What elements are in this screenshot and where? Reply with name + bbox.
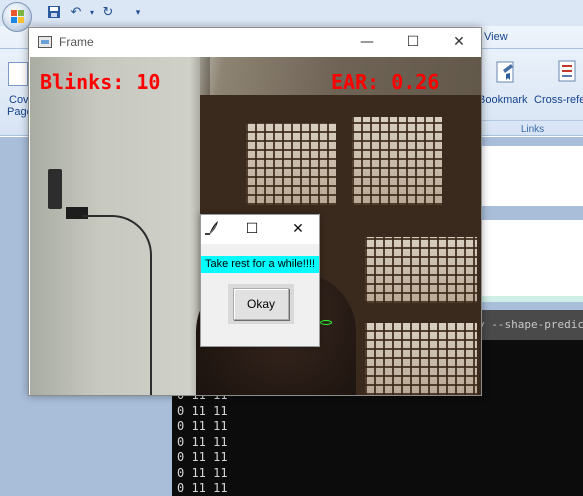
office-logo-icon [11, 10, 25, 24]
undo-dropdown-icon[interactable]: ▾ [84, 5, 100, 21]
wall-socket [48, 169, 62, 209]
save-icon[interactable] [46, 5, 62, 21]
terminal-line: 0 11 11 [177, 434, 228, 449]
rest-alert-dialog[interactable]: ☐ ✕ Take rest for a while!!!! Okay [200, 214, 320, 347]
frame-minimize-button[interactable]: — [344, 28, 390, 57]
okay-button-frame: Okay [228, 284, 294, 324]
terminal-line: 0 11 11 [177, 465, 228, 480]
customize-icon[interactable]: ▾ [130, 5, 146, 21]
cross-reference-icon [556, 58, 583, 86]
cover-page-label-1[interactable]: Cov [9, 94, 29, 106]
undo-icon[interactable]: ↶ [68, 5, 84, 21]
redo-icon[interactable]: ↻ [100, 5, 116, 21]
document-highlight-strip [466, 296, 583, 302]
document-page[interactable] [466, 146, 583, 206]
links-group-separator [480, 120, 583, 121]
cover-page-icon [8, 62, 28, 86]
eye-contour [320, 320, 332, 325]
document-page-lower[interactable] [466, 220, 583, 296]
tab-view[interactable]: View [484, 31, 508, 43]
frame-titlebar[interactable]: Frame — ☐ ✕ [29, 28, 481, 57]
popup-titlebar[interactable]: ☐ ✕ [201, 215, 319, 244]
window-pane [246, 123, 336, 205]
window-pane [352, 117, 442, 205]
terminal-line: 0 11 11 [177, 481, 228, 495]
frame-close-button[interactable]: ✕ [436, 28, 482, 57]
rest-message: Take rest for a while!!!! [201, 256, 319, 273]
links-group-label: Links [520, 124, 545, 135]
bookmark-icon [494, 60, 518, 86]
charger-cable [82, 215, 152, 395]
terminal-line: 0 11 11 [177, 450, 228, 464]
frame-title: Frame [59, 35, 94, 49]
cross-reference-label[interactable]: Cross-refe [534, 94, 583, 106]
terminal-line: 0 11 11 [177, 419, 228, 433]
frame-maximize-button[interactable]: ☐ [390, 28, 436, 57]
popup-maximize-button[interactable]: ☐ [232, 215, 272, 244]
popup-close-button[interactable]: ✕ [278, 215, 318, 244]
bookmark-label[interactable]: Bookmark [478, 94, 528, 106]
ear-value: EAR: 0.26 [331, 70, 440, 94]
terminal-output: 0 11 11 0 11 11 0 11 11 0 11 11 0 11 11 0 11 … [177, 388, 228, 496]
frame-window-icon [38, 36, 52, 48]
terminal-line: 0 11 11 [177, 403, 228, 418]
tk-feather-icon [204, 220, 220, 238]
okay-button[interactable]: Okay [233, 288, 289, 320]
blinks-counter: Blinks: 10 [40, 70, 161, 94]
window-pane [365, 237, 477, 303]
window-pane [365, 323, 477, 395]
